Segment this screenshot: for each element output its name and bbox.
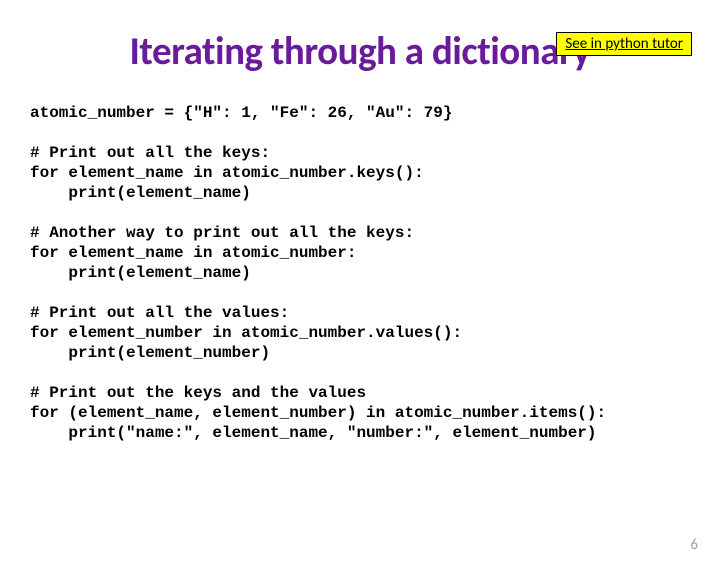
page-number: 6 [690, 536, 698, 554]
code-comment: # Print out all the values: [30, 304, 289, 322]
code-comment: # Print out all the keys: [30, 144, 270, 162]
code-line: for element_name in atomic_number: [30, 244, 356, 262]
code-line: for (element_name, element_number) in at… [30, 404, 606, 422]
code-line: atomic_number = {"H": 1, "Fe": 26, "Au":… [30, 104, 452, 122]
code-line: print(element_name) [30, 264, 251, 282]
code-line: print(element_number) [30, 344, 270, 362]
code-comment: # Print out the keys and the values [30, 384, 366, 402]
python-tutor-link[interactable]: See in python tutor [556, 32, 692, 56]
code-line: print("name:", element_name, "number:", … [30, 424, 597, 442]
code-block: atomic_number = {"H": 1, "Fe": 26, "Au":… [30, 83, 690, 443]
code-line: for element_name in atomic_number.keys()… [30, 164, 424, 182]
code-line: print(element_name) [30, 184, 251, 202]
code-line: for element_number in atomic_number.valu… [30, 324, 462, 342]
code-comment: # Another way to print out all the keys: [30, 224, 414, 242]
